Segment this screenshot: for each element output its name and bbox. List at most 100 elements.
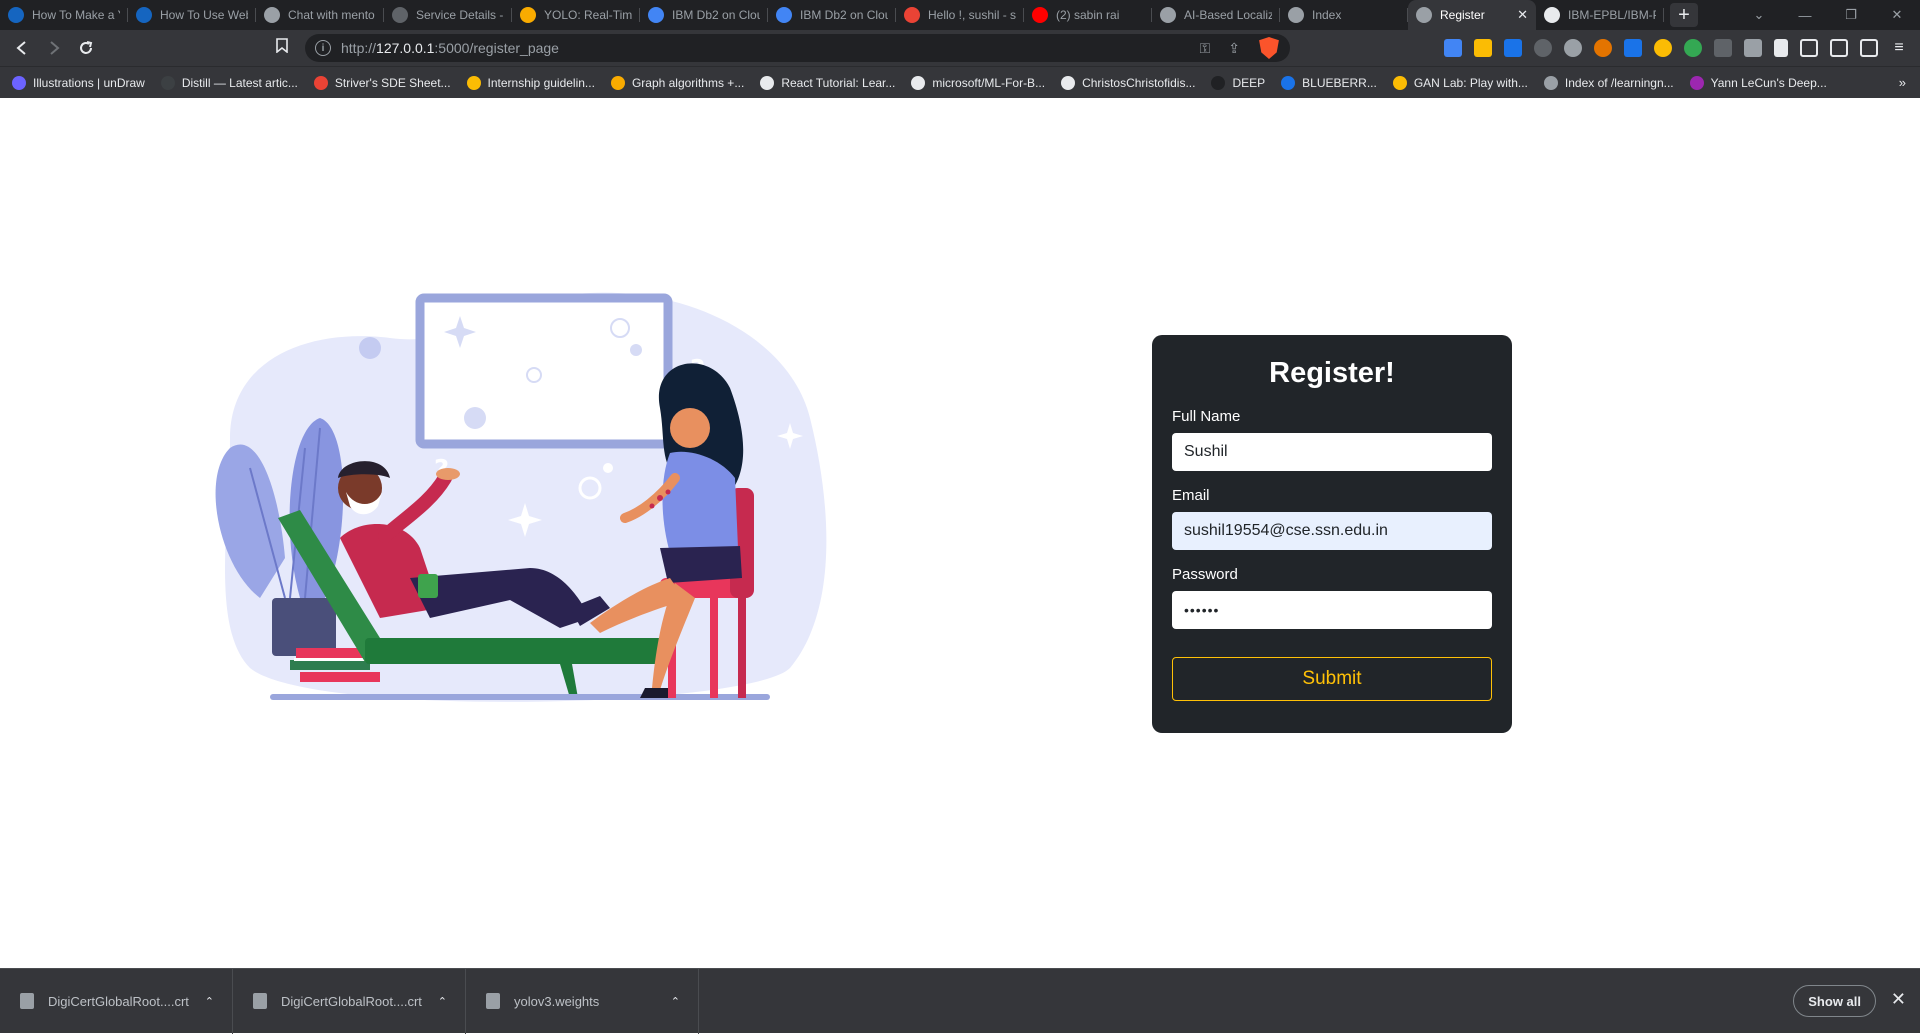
favicon-icon bbox=[1160, 7, 1176, 23]
image-icon[interactable] bbox=[1744, 39, 1762, 57]
bookmark-label: Index of /learningn... bbox=[1564, 75, 1674, 90]
bookmark-favicon-icon bbox=[1689, 75, 1704, 90]
bookmark-item[interactable]: Graph algorithms +... bbox=[610, 75, 745, 90]
more-bookmarks-button[interactable]: » bbox=[1899, 75, 1906, 90]
letter-l-icon[interactable] bbox=[1714, 39, 1732, 57]
back-button[interactable] bbox=[6, 32, 38, 64]
tab-title: IBM-EPBL/IBM-P bbox=[1568, 8, 1656, 22]
key-icon[interactable]: ⚿ bbox=[1200, 40, 1211, 57]
puzzle-icon[interactable] bbox=[1774, 39, 1788, 57]
bookmark-item[interactable]: React Tutorial: Lear... bbox=[760, 75, 896, 90]
download-options-chevron-icon[interactable]: ⌃ bbox=[205, 995, 214, 1008]
tab[interactable]: How To Use Web bbox=[128, 0, 256, 30]
download-item[interactable]: DigiCertGlobalRoot....crt ⌃ bbox=[233, 968, 466, 1034]
bookmark-label: Graph algorithms +... bbox=[631, 75, 745, 90]
download-item[interactable]: DigiCertGlobalRoot....crt ⌃ bbox=[0, 968, 233, 1034]
extension-icon[interactable] bbox=[1594, 39, 1612, 57]
minimize-button[interactable]: — bbox=[1782, 0, 1828, 30]
url-text[interactable]: http://127.0.0.1:5000/register_page bbox=[341, 40, 1200, 56]
tab[interactable]: How To Make a Y bbox=[0, 0, 128, 30]
full-name-input[interactable] bbox=[1172, 433, 1492, 471]
close-window-button[interactable]: ✕ bbox=[1874, 0, 1920, 30]
reading-list-icon[interactable] bbox=[1800, 39, 1818, 57]
side-panel-icon[interactable] bbox=[1830, 39, 1848, 57]
tab[interactable]: IBM Db2 on Clou bbox=[768, 0, 896, 30]
bookmark-label: React Tutorial: Lear... bbox=[781, 75, 896, 90]
favicon-icon bbox=[264, 7, 280, 23]
share-icon[interactable]: ⇪ bbox=[1228, 40, 1240, 57]
tab[interactable]: (2) sabin rai bbox=[1024, 0, 1152, 30]
bookmark-item[interactable]: DEEP bbox=[1211, 75, 1265, 90]
bookmark-item[interactable]: microsoft/ML-For-B... bbox=[911, 75, 1045, 90]
address-bar[interactable]: i http://127.0.0.1:5000/register_page ⚿ … bbox=[305, 34, 1290, 62]
bookmark-item[interactable]: Striver's SDE Sheet... bbox=[313, 75, 451, 90]
bookmark-item[interactable]: Illustrations | unDraw bbox=[12, 75, 145, 90]
register-title: Register! bbox=[1269, 357, 1395, 389]
tab-title: YOLO: Real-Time bbox=[544, 8, 632, 22]
tab-title: How To Make a Y bbox=[32, 8, 120, 22]
tab-title: Index bbox=[1312, 8, 1342, 22]
tab-search-icon[interactable]: ⌄ bbox=[1736, 0, 1782, 30]
copy-extension-icon[interactable] bbox=[1624, 39, 1642, 57]
maximize-button[interactable]: ❐ bbox=[1828, 0, 1874, 30]
forward-button[interactable] bbox=[38, 32, 70, 64]
extension-icon[interactable] bbox=[1504, 39, 1522, 57]
menu-icon[interactable]: ≡ bbox=[1890, 39, 1908, 57]
brave-shield-icon[interactable] bbox=[1259, 37, 1279, 59]
bookmark-item[interactable]: Internship guidelin... bbox=[466, 75, 595, 90]
download-options-chevron-icon[interactable]: ⌃ bbox=[671, 995, 680, 1008]
tab-title: AI-Based Localiz bbox=[1184, 8, 1272, 22]
bookmark-item[interactable]: GAN Lab: Play with... bbox=[1392, 75, 1528, 90]
bookmark-item[interactable]: Distill — Latest artic... bbox=[160, 75, 298, 90]
site-info-icon[interactable]: i bbox=[315, 40, 331, 56]
bookmark-item[interactable]: Yann LeCun's Deep... bbox=[1689, 75, 1827, 90]
bookmark-item[interactable]: BLUEBERR... bbox=[1281, 75, 1377, 90]
bookmark-label: Distill — Latest artic... bbox=[181, 75, 298, 90]
new-tab-button[interactable]: + bbox=[1670, 3, 1698, 27]
highlighter-icon[interactable] bbox=[1474, 39, 1492, 57]
tab-title: Service Details - bbox=[416, 8, 504, 22]
tab[interactable]: IBM Db2 on Clou bbox=[640, 0, 768, 30]
translate-icon[interactable] bbox=[1444, 39, 1462, 57]
favicon-icon bbox=[648, 7, 664, 23]
bookmark-favicon-icon bbox=[760, 75, 775, 90]
tab-active[interactable]: Register ✕ bbox=[1408, 0, 1536, 30]
submit-button[interactable]: Submit bbox=[1172, 657, 1492, 701]
reload-button[interactable] bbox=[70, 32, 102, 64]
email-input[interactable] bbox=[1172, 512, 1492, 550]
extension-icon[interactable] bbox=[1684, 39, 1702, 57]
file-icon bbox=[253, 993, 267, 1009]
extension-icon[interactable] bbox=[1564, 39, 1582, 57]
tab-title: (2) sabin rai bbox=[1056, 8, 1120, 22]
bookmark-label: GAN Lab: Play with... bbox=[1413, 75, 1528, 90]
bookmark-icon[interactable] bbox=[276, 38, 288, 57]
tab[interactable]: IBM-EPBL/IBM-P bbox=[1536, 0, 1664, 30]
download-item[interactable]: yolov3.weights ⌃ bbox=[466, 968, 699, 1034]
tab-title: Hello !, sushil - s bbox=[928, 8, 1016, 22]
react-icon[interactable] bbox=[1534, 39, 1552, 57]
download-options-chevron-icon[interactable]: ⌃ bbox=[438, 995, 447, 1008]
therapy-illustration: ? ? bbox=[215, 292, 827, 702]
tab[interactable]: Hello !, sushil - s bbox=[896, 0, 1024, 30]
close-downloads-icon[interactable]: ✕ bbox=[1891, 989, 1906, 1010]
password-input[interactable] bbox=[1172, 591, 1492, 629]
tab[interactable]: Index bbox=[1280, 0, 1408, 30]
favicon-icon bbox=[904, 7, 920, 23]
register-card: Register! Full Name Email Password Submi… bbox=[1152, 335, 1512, 733]
file-icon bbox=[486, 993, 500, 1009]
tab[interactable]: Service Details - bbox=[384, 0, 512, 30]
tab[interactable]: AI-Based Localiz bbox=[1152, 0, 1280, 30]
close-tab-icon[interactable]: ✕ bbox=[1517, 7, 1528, 23]
password-label: Password bbox=[1172, 566, 1238, 583]
bookmark-item[interactable]: ChristosChristofidis... bbox=[1061, 75, 1195, 90]
wallet-icon[interactable] bbox=[1860, 39, 1878, 57]
bookmark-item[interactable]: Index of /learningn... bbox=[1543, 75, 1674, 90]
tab[interactable]: YOLO: Real-Time bbox=[512, 0, 640, 30]
favicon-icon bbox=[776, 7, 792, 23]
bookmark-label: Internship guidelin... bbox=[487, 75, 595, 90]
show-all-downloads-button[interactable]: Show all bbox=[1793, 985, 1876, 1017]
infinity-icon[interactable] bbox=[1654, 39, 1672, 57]
tab[interactable]: Chat with mento bbox=[256, 0, 384, 30]
favicon-icon bbox=[136, 7, 152, 23]
browser-chrome: How To Make a Y How To Use Web Chat with m… bbox=[0, 0, 1920, 98]
